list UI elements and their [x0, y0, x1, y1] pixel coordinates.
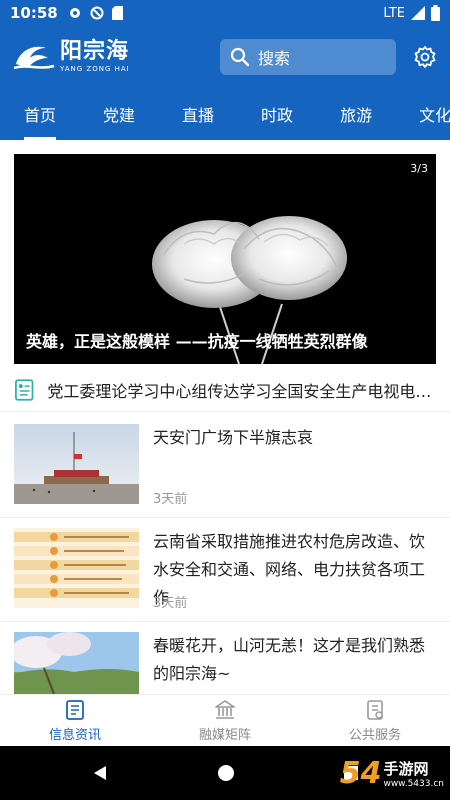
- status-time: 10:58: [10, 4, 58, 22]
- bnav-media[interactable]: 融媒矩阵: [150, 695, 300, 746]
- bnav-service-label: 公共服务: [348, 727, 401, 743]
- back-icon[interactable]: [91, 764, 109, 782]
- news-thumbnail-blossom: [14, 632, 139, 694]
- signal-icon: [411, 6, 425, 20]
- tab-travel[interactable]: 旅游: [340, 88, 372, 140]
- watermark-number: 54: [339, 755, 382, 791]
- watermark-brand: 手游网: [383, 759, 429, 778]
- news-icon: [66, 699, 84, 720]
- settings-button[interactable]: [412, 44, 438, 70]
- status-icons: [68, 6, 123, 20]
- tab-party[interactable]: 党建: [103, 88, 135, 140]
- bnav-media-label: 融媒矩阵: [198, 727, 251, 743]
- gear-status-icon: [69, 8, 80, 18]
- banner-page-indicator: 3/3: [410, 162, 428, 175]
- network-type: LTE: [383, 5, 405, 21]
- app-header: 阳宗海 YANG ZONG HAI 搜索: [0, 26, 450, 88]
- logo-subtitle: YANG ZONG HAI: [60, 65, 130, 73]
- bnav-news-label: 信息资讯: [48, 727, 101, 743]
- news-time: 3天前: [153, 492, 188, 507]
- bank-icon: [215, 699, 235, 719]
- status-bar: 10:58 LTE: [0, 0, 450, 26]
- watermark-domain: www.5433.cn: [383, 778, 444, 789]
- bottom-nav: 信息资讯 融媒矩阵 公共服务: [0, 694, 450, 746]
- tab-politics[interactable]: 时政: [261, 88, 293, 140]
- news-title: 天安门广场下半旗志哀: [153, 428, 314, 447]
- site-watermark: 54 手游网 www.5433.cn: [310, 746, 450, 800]
- status-right: LTE: [383, 5, 440, 21]
- news-time: 3天前: [153, 596, 188, 611]
- search-icon: [230, 47, 250, 67]
- bnav-service[interactable]: 公共服务: [300, 695, 450, 746]
- system-nav-bar: 54 手游网 www.5433.cn: [0, 746, 450, 800]
- gear-icon: [414, 46, 436, 68]
- news-item[interactable]: 云南省采取措施推进农村危房改造、饮水安全和交通、网络、电力扶贫各项工作 3天前: [0, 518, 450, 622]
- bnav-news[interactable]: 信息资讯: [0, 695, 150, 746]
- battery-icon: [431, 5, 440, 21]
- tab-culture[interactable]: 文化: [419, 88, 450, 140]
- app-logo[interactable]: 阳宗海 YANG ZONG HAI: [12, 40, 130, 74]
- banner-caption: 英雄，正是这般模样 ——抗疫一线牺牲英烈群像: [26, 332, 368, 351]
- news-thumbnail-infographic: [14, 528, 139, 608]
- news-item[interactable]: 春暖花开，山河无恙！这才是我们熟悉的阳宗海~: [0, 622, 450, 694]
- sd-card-icon: [111, 6, 123, 20]
- wave-logo-icon: [13, 46, 55, 70]
- news-thumbnail-tiananmen: [14, 424, 139, 504]
- tab-home[interactable]: 首页: [24, 88, 57, 140]
- logo-title: 阳宗海: [60, 39, 130, 64]
- news-title: 云南省采取措施推进农村危房改造、饮水安全和交通、网络、电力扶贫各项工作: [153, 532, 426, 607]
- news-item[interactable]: 天安门广场下半旗志哀 3天前: [0, 414, 450, 518]
- service-icon: [367, 699, 383, 720]
- notice-row[interactable]: 党工委理论学习中心组传达学习全国安全生产电视电话会议精神: [0, 368, 450, 412]
- notice-icon: [15, 378, 34, 401]
- tab-live[interactable]: 直播: [182, 88, 214, 140]
- sync-icon: [90, 6, 104, 20]
- search-placeholder: 搜索: [258, 49, 291, 68]
- home-icon[interactable]: [217, 764, 235, 782]
- banner-carousel[interactable]: 3/3 英雄，正是这般模样 ——抗疫一线牺牲英烈群像: [14, 154, 436, 364]
- category-tabs: 首页 党建 直播 时政 旅游 文化: [0, 88, 450, 140]
- news-title: 春暖花开，山河无恙！这才是我们熟悉的阳宗海~: [153, 636, 426, 683]
- search-input[interactable]: 搜索: [220, 39, 396, 75]
- notice-text: 党工委理论学习中心组传达学习全国安全生产电视电话会议精神: [47, 381, 438, 401]
